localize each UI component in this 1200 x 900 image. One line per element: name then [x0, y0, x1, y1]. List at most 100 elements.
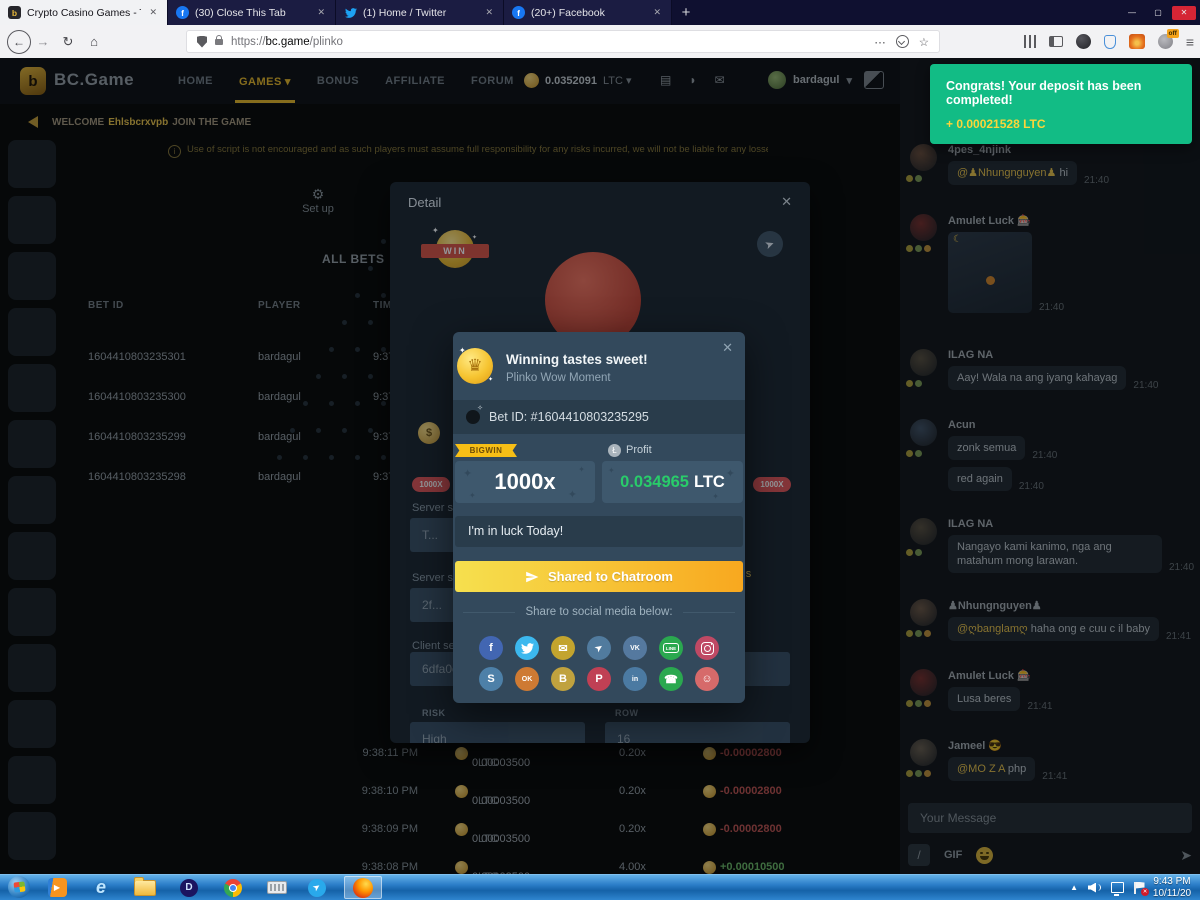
game-thumbnail[interactable] — [8, 476, 56, 524]
tracking-protection-icon[interactable] — [197, 36, 207, 48]
nav-item-home[interactable]: HOME — [178, 75, 213, 87]
network-icon[interactable] — [1111, 882, 1124, 893]
pocket-icon[interactable] — [896, 35, 909, 48]
address-bar[interactable]: https://bc.game/plinko ⋯ ☆ — [186, 30, 940, 53]
tab-close-icon[interactable]: ✕ — [315, 7, 327, 18]
social-twitter-icon[interactable] — [515, 636, 539, 660]
close-window-button[interactable]: ✕ — [1172, 6, 1196, 20]
sidebar-icon[interactable] — [1049, 36, 1063, 47]
browser-tab[interactable]: bCrypto Casino Games - The 16✕ — [0, 0, 168, 25]
chat-bubble[interactable]: Lusa beres — [948, 687, 1020, 711]
chat-username[interactable]: 4pes_4njink — [948, 144, 1200, 156]
chat-bubble[interactable]: @♟Nhungnguyen♟ hi — [948, 161, 1077, 185]
home-button[interactable]: ⌂ — [81, 34, 107, 49]
taskbar-ie-icon[interactable]: e — [88, 877, 114, 898]
avatar[interactable] — [910, 739, 937, 766]
welcome-username[interactable]: Ehlsbcrxvpb — [108, 117, 168, 128]
social-skype-icon[interactable]: S — [479, 667, 503, 691]
social-email-icon[interactable]: ✉ — [551, 636, 575, 660]
bcgame-logo-text[interactable]: BC.Game — [54, 70, 134, 90]
start-button[interactable] — [8, 876, 30, 898]
taskbar-telegram-icon[interactable]: ➤ — [304, 877, 330, 898]
taskbar-clock[interactable]: 9:43 PM 10/11/20 — [1146, 876, 1198, 899]
avatar[interactable] — [910, 349, 937, 376]
game-thumbnail[interactable] — [8, 140, 56, 188]
chat-input[interactable]: Your Message — [908, 803, 1192, 833]
social-line-icon[interactable]: LINE — [659, 636, 683, 660]
taskbar-firefox-active[interactable] — [344, 876, 382, 899]
taskbar-wmp-icon[interactable]: ▶ — [44, 877, 70, 898]
tab-close-icon[interactable]: ✕ — [651, 7, 663, 18]
chat-username[interactable]: ILAG NA — [948, 518, 1200, 530]
share-result-button[interactable]: ➤ — [757, 231, 783, 257]
social-odnoklassniki-icon[interactable]: OK — [515, 667, 539, 691]
slash-command-button[interactable]: / — [908, 844, 930, 866]
minimize-button[interactable]: — — [1120, 6, 1144, 20]
bcgame-logo-icon[interactable]: b — [20, 67, 46, 95]
deposit-toast[interactable]: Congrats! Your deposit has been complete… — [930, 64, 1192, 144]
share-message-input[interactable]: I'm in luck Today! — [455, 516, 743, 547]
emoji-button[interactable] — [976, 847, 993, 864]
currency-select[interactable]: LTC ▾ — [603, 74, 632, 87]
nav-item-forum[interactable]: FORUM — [471, 75, 514, 87]
bookmark-star-icon[interactable]: ☆ — [919, 35, 929, 49]
avatar[interactable] — [910, 144, 937, 171]
taskbar-keyboard-icon[interactable] — [264, 877, 290, 898]
shield-extension-icon[interactable] — [1104, 35, 1116, 49]
hidden-icons-arrow[interactable]: ▲ — [1070, 883, 1078, 892]
game-thumbnail[interactable] — [8, 364, 56, 412]
browser-tab[interactable]: f(30) Close This Tab✕ — [168, 0, 336, 25]
game-thumbnail[interactable] — [8, 644, 56, 692]
action-center-flag-icon[interactable]: ✕ — [1134, 882, 1146, 894]
table-row[interactable]: 9:38:09 PM0.00003500LTC0.20x-0.00002800 — [330, 813, 890, 851]
game-thumbnail[interactable] — [8, 700, 56, 748]
social-linkedin-icon[interactable]: in — [623, 667, 647, 691]
tab-all-bets[interactable]: ALL BETS — [322, 252, 384, 266]
row-field[interactable]: 16 — [605, 722, 790, 743]
taskbar-chrome-icon[interactable] — [220, 877, 246, 898]
menu-icon[interactable]: ≡ — [1186, 34, 1194, 50]
chat-bubble[interactable]: zonk semua — [948, 436, 1025, 460]
chat-bubble[interactable]: Nangayo kami kanimo, nga ang matahum mon… — [948, 535, 1162, 573]
risk-field[interactable]: High — [410, 722, 585, 743]
social-instagram-icon[interactable] — [695, 636, 719, 660]
chat-username[interactable]: Jameel 😎 — [948, 739, 1200, 752]
bell-icon[interactable]: ◗ — [689, 73, 696, 87]
volume-icon[interactable] — [1088, 882, 1101, 894]
chat-username[interactable]: Amulet Luck 🎰 — [948, 669, 1200, 682]
social-bitcoin-icon[interactable]: B — [551, 667, 575, 691]
chat-username[interactable]: ♟Nhungnguyen♟ — [948, 599, 1200, 612]
social-facebook-icon[interactable]: f — [479, 636, 503, 660]
page-actions-icon[interactable]: ⋯ — [874, 35, 886, 49]
chat-image[interactable] — [948, 232, 1032, 313]
game-thumbnail[interactable] — [8, 196, 56, 244]
nav-item-bonus[interactable]: BONUS — [317, 75, 359, 87]
social-reddit-icon[interactable]: ☺ — [695, 667, 719, 691]
user-menu[interactable]: bardagul ▾ — [768, 71, 852, 89]
avatar[interactable] — [910, 214, 937, 241]
chat-bubble[interactable]: @ღbanglamღ haha ong e cuu c il baby — [948, 617, 1159, 641]
game-thumbnail[interactable] — [8, 308, 56, 356]
browser-tab[interactable]: f(20+) Facebook✕ — [504, 0, 672, 25]
new-tab-button[interactable]: + — [672, 0, 700, 25]
extension-icon[interactable] — [1076, 34, 1091, 49]
avatar[interactable] — [910, 518, 937, 545]
social-vk-icon[interactable]: VK — [623, 636, 647, 660]
mail-icon[interactable]: ✉ — [715, 73, 725, 87]
reload-button[interactable]: ↻ — [55, 34, 81, 50]
avatar[interactable] — [910, 669, 937, 696]
chat-bubble[interactable]: @MO Z A php — [948, 757, 1035, 781]
nav-item-affiliate[interactable]: AFFILIATE — [385, 75, 445, 87]
send-message-icon[interactable]: ➤ — [1180, 847, 1192, 864]
back-button[interactable]: ← — [7, 30, 31, 54]
wallet-icon[interactable]: ▤ — [660, 73, 671, 87]
maximize-button[interactable]: ▢ — [1146, 6, 1170, 20]
social-whatsapp-icon[interactable]: ☎ — [659, 667, 683, 691]
social-telegram-icon[interactable]: ➤ — [587, 636, 611, 660]
taskbar-dapp-icon[interactable]: D — [176, 877, 202, 898]
browser-tab[interactable]: (1) Home / Twitter✕ — [336, 0, 504, 25]
game-thumbnail[interactable] — [8, 532, 56, 580]
taskbar-explorer-icon[interactable] — [132, 877, 158, 898]
metamask-icon[interactable] — [1129, 34, 1145, 49]
chat-bubble[interactable]: red again — [948, 467, 1012, 491]
